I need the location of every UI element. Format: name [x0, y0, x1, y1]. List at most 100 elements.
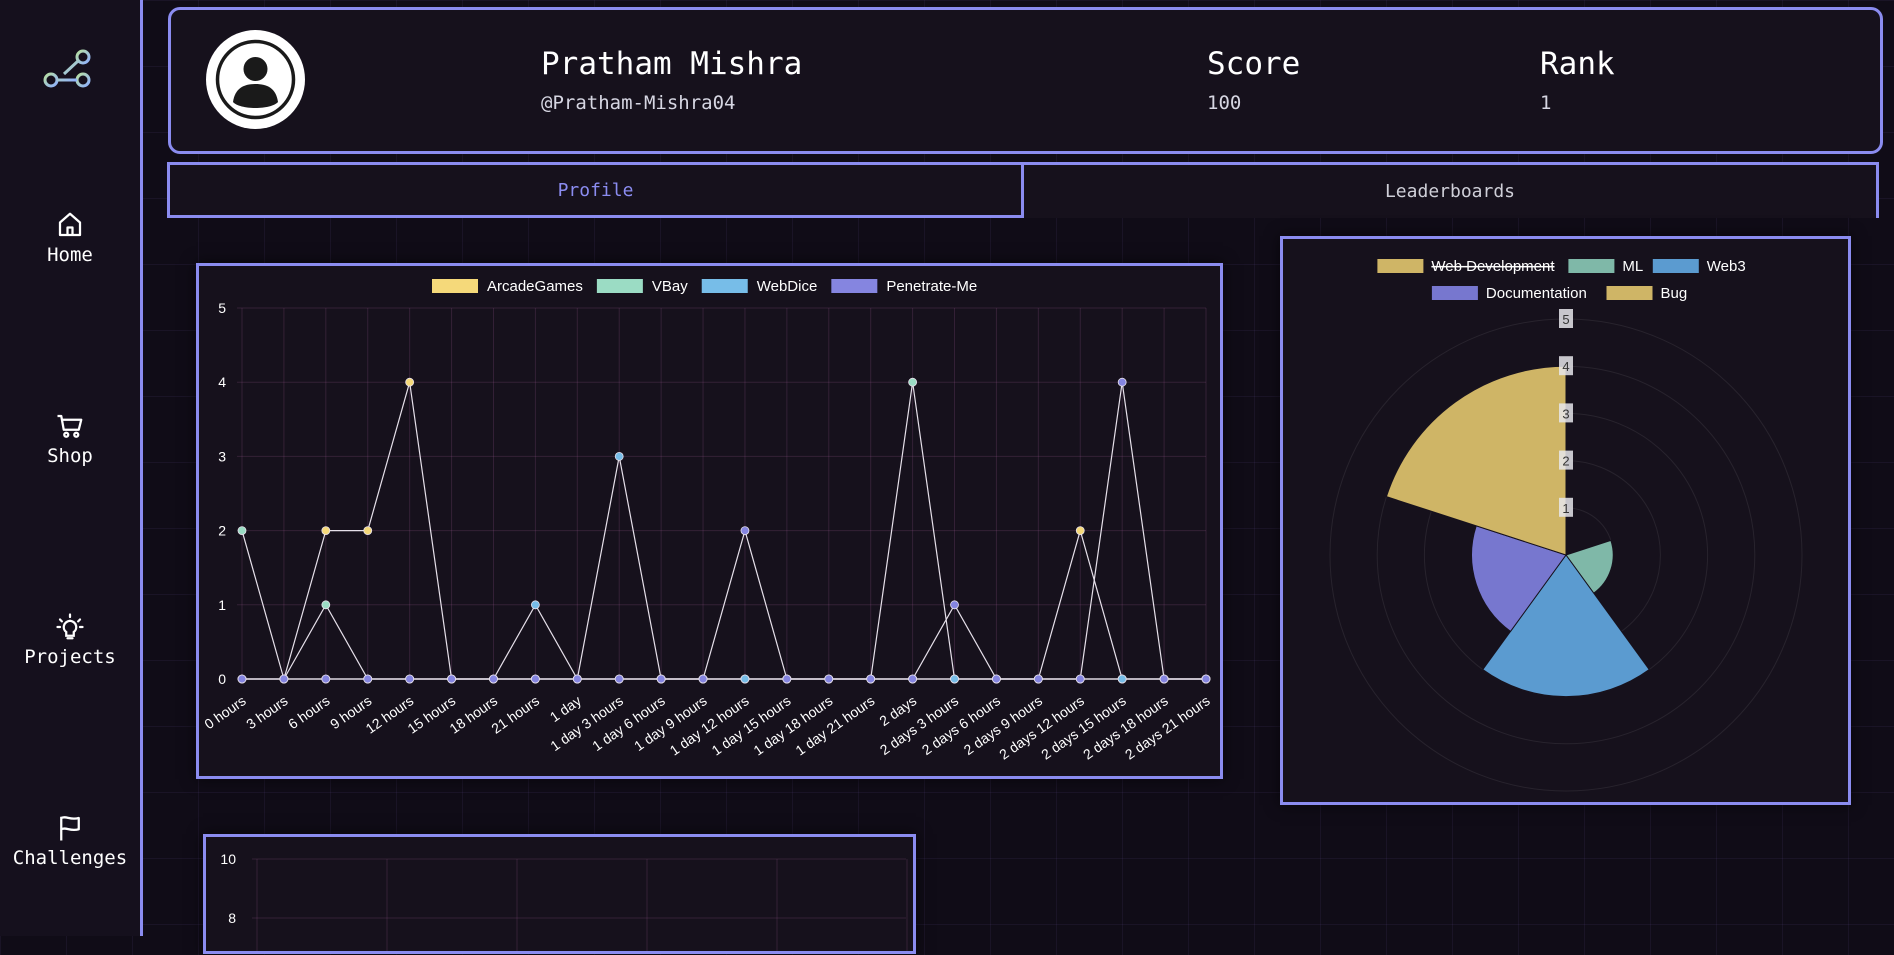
home-icon: [58, 212, 82, 237]
data-point: [908, 674, 918, 684]
category-polar-chart: Web Development ML Web3 Documentation Bug 1 2 3…: [1280, 236, 1851, 805]
legend-swatch: [1568, 259, 1615, 273]
legend-label: WebDice: [757, 278, 818, 295]
data-point: [1117, 674, 1127, 684]
radial-tick-label: 5: [1562, 312, 1569, 327]
data-point: [363, 674, 373, 684]
data-point: [782, 674, 792, 684]
sidebar-item-label: Projects: [24, 646, 116, 668]
data-point: [950, 600, 959, 610]
legend-swatch: [1431, 286, 1478, 300]
data-point: [992, 674, 1001, 684]
tab-profile[interactable]: Profile: [167, 162, 1024, 218]
data-point: [866, 674, 876, 684]
legend-label: Web Development: [1431, 258, 1555, 275]
y-tick-label: 5: [218, 300, 226, 316]
data-point: [237, 674, 247, 684]
data-point: [321, 674, 331, 684]
data-point: [572, 674, 582, 684]
sidebar-item-shop[interactable]: Shop: [0, 411, 140, 467]
x-tick-label: 6 hours: [285, 692, 332, 732]
y-tick-label: 3: [218, 448, 226, 464]
tab-label: Profile: [557, 179, 634, 201]
radial-tick-label: 4: [1562, 359, 1569, 374]
user-handle: @Pratham-Mishra04: [541, 92, 736, 114]
legend-swatch: [596, 279, 643, 293]
legend-swatch: [701, 279, 748, 293]
category-polar-chart-svg: Web Development ML Web3 Documentation Bug 1 2 3…: [1329, 258, 1803, 792]
legend-swatch: [432, 279, 478, 293]
user-name: Pratham Mishra: [541, 46, 803, 82]
legend-label: ArcadeGames: [487, 278, 583, 295]
data-point: [489, 674, 498, 684]
data-point: [1117, 377, 1127, 387]
y-tick-label: 1: [218, 597, 226, 613]
data-point: [405, 377, 415, 387]
data-point: [363, 526, 373, 536]
legend-label: Penetrate-Me: [886, 278, 977, 295]
data-point: [656, 674, 666, 684]
data-point: [740, 526, 750, 536]
data-point: [530, 600, 540, 610]
rank-value: 1: [1540, 92, 1552, 114]
lightbulb-icon: [56, 613, 84, 640]
series-line-WebDice: [242, 456, 1206, 681]
tab-leaderboards[interactable]: Leaderboards: [1021, 162, 1879, 218]
x-tick-label: 0 hours: [201, 692, 248, 732]
data-point: [1159, 674, 1169, 684]
y-tick-label: 0: [218, 671, 226, 687]
cart-icon: [57, 414, 83, 438]
legend-swatch: [1377, 259, 1424, 273]
sidebar-item-challenges[interactable]: Challenges: [0, 813, 140, 869]
radial-tick-label: 1: [1562, 501, 1569, 516]
data-point: [1075, 526, 1085, 536]
data-point: [321, 526, 331, 536]
data-point: [908, 377, 918, 387]
score-value: 100: [1207, 92, 1242, 114]
legend-swatch: [1606, 286, 1653, 300]
radial-tick-label: 3: [1562, 406, 1569, 421]
y-tick-label: 2: [218, 523, 226, 539]
data-point: [950, 674, 959, 684]
user-icon: [215, 39, 296, 120]
sidebar-item-home[interactable]: Home: [0, 210, 140, 266]
secondary-line-chart: 10 8: [203, 834, 916, 954]
avatar[interactable]: [206, 30, 305, 129]
data-point: [1201, 674, 1211, 684]
data-point: [530, 674, 540, 684]
data-point: [237, 526, 247, 536]
sidebar-item-label: Challenges: [12, 847, 128, 869]
data-point: [824, 674, 834, 684]
legend-label: Web3: [1707, 258, 1746, 275]
sidebar-item-projects[interactable]: Projects: [0, 612, 140, 668]
data-point: [405, 674, 415, 684]
score-label: Score: [1207, 46, 1301, 82]
y-tick-label: 8: [228, 910, 236, 926]
tab-label: Leaderboards: [1384, 181, 1516, 202]
legend-label: VBay: [652, 278, 688, 295]
sidebar: Home Shop Projects Challenges: [0, 0, 143, 936]
legend-label: Bug: [1661, 285, 1688, 302]
activity-line-chart: ArcadeGames VBay WebDice Penetrate-Me 0 1 2 3 4 5…: [196, 263, 1223, 779]
data-point: [1075, 674, 1085, 684]
legend-label: ML: [1622, 258, 1643, 275]
legend-label: Documentation: [1486, 285, 1587, 302]
legend-swatch: [1652, 259, 1699, 273]
radial-tick-label: 2: [1562, 454, 1569, 469]
rank-label: Rank: [1540, 46, 1615, 82]
data-point: [279, 674, 289, 684]
data-point: [321, 600, 331, 610]
sidebar-item-label: Home: [47, 244, 93, 266]
data-point: [1033, 674, 1043, 684]
y-tick-label: 10: [220, 851, 236, 867]
secondary-line-chart-svg: 10 8: [220, 851, 908, 951]
y-tick-label: 4: [218, 374, 226, 390]
legend-swatch: [831, 279, 878, 293]
data-point: [447, 674, 456, 684]
data-point: [740, 674, 750, 684]
data-point: [614, 451, 624, 461]
data-point: [614, 674, 624, 684]
app-logo[interactable]: [42, 48, 98, 92]
profile-card: Pratham Mishra @Pratham-Mishra04 Score 1…: [168, 7, 1883, 154]
sidebar-item-label: Shop: [47, 445, 93, 467]
